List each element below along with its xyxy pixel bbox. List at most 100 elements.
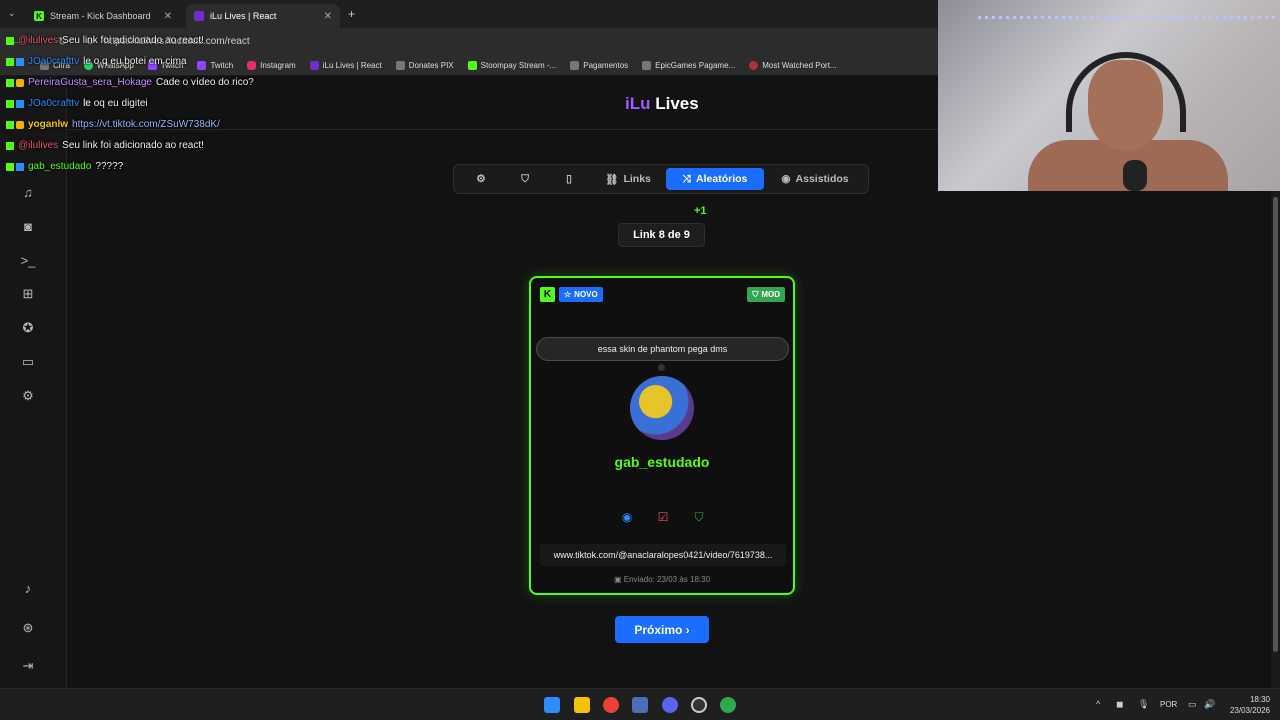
kick-badge-icon <box>6 141 14 150</box>
gear-icon[interactable]: ⚙ <box>20 388 36 404</box>
shield-icon: ⛉ <box>521 172 529 185</box>
bell-icon[interactable]: ♪ <box>20 580 36 596</box>
chat-text: ????? <box>95 161 124 172</box>
subscriber-badge-icon <box>16 99 24 108</box>
star-icon: ☆ <box>564 290 572 299</box>
browser-tab-ilu[interactable]: iLu Lives | React ✕ <box>186 4 340 28</box>
language-indicator[interactable]: POR <box>1160 700 1177 709</box>
tab-links[interactable]: ⛓ Links <box>598 168 658 190</box>
bookmark-item[interactable]: Donates PIX <box>395 61 454 70</box>
bookmark-item[interactable]: EpicGames Pagame... <box>642 61 735 70</box>
music-icon[interactable]: ♫ <box>20 184 36 200</box>
browser-tab-bar: ⌄ K Stream - Kick Dashboard ✕ iLu Lives … <box>0 0 938 28</box>
chat-text: le oq eu digitei <box>83 98 148 109</box>
bookmark-item[interactable]: Pagamentos <box>570 61 628 70</box>
chat-username: PereiraGusta_sera_Hokage <box>28 77 152 88</box>
tab-watched[interactable]: ◉ Assistidos <box>772 168 858 190</box>
bookmark-item[interactable]: Stoompay Stream -... <box>467 61 556 70</box>
volume-icon[interactable]: 🔊 <box>1204 699 1215 710</box>
windows-start-icon[interactable] <box>544 697 560 713</box>
terminal-icon[interactable]: >_ <box>20 252 36 268</box>
chat-username: @ilulives <box>18 140 59 151</box>
app-icon[interactable] <box>632 697 648 713</box>
avatar <box>630 376 694 440</box>
link-icon: ⛓ <box>605 173 619 186</box>
chat-username: JOa0crafttv <box>28 56 80 67</box>
chat-link[interactable]: https://vt.tiktok.com/ZSuW738dK/ <box>72 119 220 130</box>
badges <box>6 141 14 150</box>
tab-saved[interactable]: ▯ <box>554 168 584 190</box>
kick-badge-icon <box>6 162 14 171</box>
tab-list-icon[interactable]: ⌄ <box>8 8 16 19</box>
chat-icon[interactable]: ▭ <box>20 354 36 370</box>
platform-badge: K <box>540 287 555 302</box>
subscriber-badge-icon <box>16 162 24 171</box>
next-button[interactable]: Próximo › <box>615 616 709 643</box>
network-icon[interactable]: ▭ <box>1188 699 1197 710</box>
bookmark-item[interactable]: Most Watched Port... <box>749 61 837 70</box>
calendar-icon: ▣ <box>613 575 624 584</box>
bookmark-item[interactable]: iLu Lives | React <box>309 61 382 70</box>
clock[interactable]: 18:30 23/03/2026 <box>1226 694 1270 716</box>
kick-badge-icon <box>6 36 14 45</box>
new-tab-icon[interactable]: + <box>348 7 355 21</box>
chrome-icon[interactable] <box>603 697 619 713</box>
tab-settings[interactable]: ⚙ <box>466 168 496 190</box>
app-logo: iLu Lives <box>625 94 699 113</box>
tray-chevron-icon[interactable]: ^ <box>1096 699 1100 709</box>
scroll-thumb[interactable] <box>1273 197 1278 652</box>
eye-icon[interactable]: ◉ <box>620 510 634 524</box>
ilu-icon <box>309 61 319 70</box>
shield-icon[interactable]: ⛉ <box>692 510 706 524</box>
chat-message: @ilulives Seu link foi adicionado ao rea… <box>6 30 306 51</box>
tab-moderation[interactable]: ⛉ <box>510 168 540 190</box>
badges <box>6 120 24 129</box>
webcam-overlay <box>938 0 1280 191</box>
chat-text: Cade o vídeo do rico? <box>155 77 254 88</box>
discord-icon[interactable] <box>662 697 678 713</box>
content-tabs: ⚙ ⛉ ▯ ⛓ Links ⤨ Aleatórios ◉ Assistidos <box>453 164 869 194</box>
page-scrollbar[interactable] <box>1271 191 1280 688</box>
chat-username: yoganlw <box>28 119 69 130</box>
help-icon[interactable]: ⊛ <box>20 620 36 636</box>
badges <box>6 78 24 87</box>
camera-icon[interactable]: ◙ <box>20 218 36 234</box>
chat-message: PereiraGusta_sera_Hokage Cade o vídeo do… <box>6 72 306 93</box>
tab-random[interactable]: ⤨ Aleatórios <box>666 168 764 190</box>
chat-text: le o q eu botei em cima <box>83 56 187 67</box>
video-link[interactable]: www.tiktok.com/@anaclaralopes0421/video/… <box>540 544 786 566</box>
kick-icon <box>467 61 477 70</box>
microphone-icon[interactable]: 🎙 <box>1138 699 1149 710</box>
kick-badge-icon <box>6 120 14 129</box>
kick-badge-icon <box>6 78 14 87</box>
xbox-icon[interactable] <box>720 697 736 713</box>
gift-badge-icon <box>16 120 24 129</box>
gift-icon[interactable]: ⊞ <box>20 286 36 302</box>
logout-icon[interactable]: ⇥ <box>20 658 36 674</box>
chat-message: gab_estudado ????? <box>6 156 306 177</box>
file-explorer-icon[interactable] <box>574 697 590 713</box>
badges <box>6 162 24 171</box>
globe-icon <box>749 61 759 70</box>
new-badge: ☆ NOVO <box>559 287 603 302</box>
status-dot <box>658 364 665 371</box>
sent-timestamp: ▣ Enviado: 23/03 às 18:30 <box>613 575 711 584</box>
ilu-icon <box>194 11 204 21</box>
microphone-icon <box>1123 160 1147 191</box>
chat-username: JOa0crafttv <box>28 98 80 109</box>
chat-message: @ilulives Seu link foi adicionado ao rea… <box>6 135 306 156</box>
tab-title: iLu Lives | React <box>210 11 277 21</box>
chat-username: @ilulives <box>18 35 59 46</box>
close-icon[interactable]: ✕ <box>324 11 332 22</box>
link-card: K ☆ NOVO ⛉ MOD essa skin de phantom pega d… <box>529 276 795 595</box>
checkbox-icon[interactable]: ☑ <box>656 510 670 524</box>
award-icon[interactable]: ✪ <box>20 320 36 336</box>
browser-tab-kick[interactable]: K Stream - Kick Dashboard ✕ <box>26 4 180 28</box>
mod-badge: ⛉ MOD <box>747 287 785 302</box>
close-icon[interactable]: ✕ <box>164 11 172 22</box>
gear-icon: ⚙ <box>476 173 486 185</box>
obs-icon[interactable] <box>691 697 707 713</box>
increment-indicator: +1 <box>694 205 707 217</box>
kick-badge-icon <box>6 57 14 66</box>
tray-app-icon[interactable]: ◼ <box>1116 699 1123 710</box>
